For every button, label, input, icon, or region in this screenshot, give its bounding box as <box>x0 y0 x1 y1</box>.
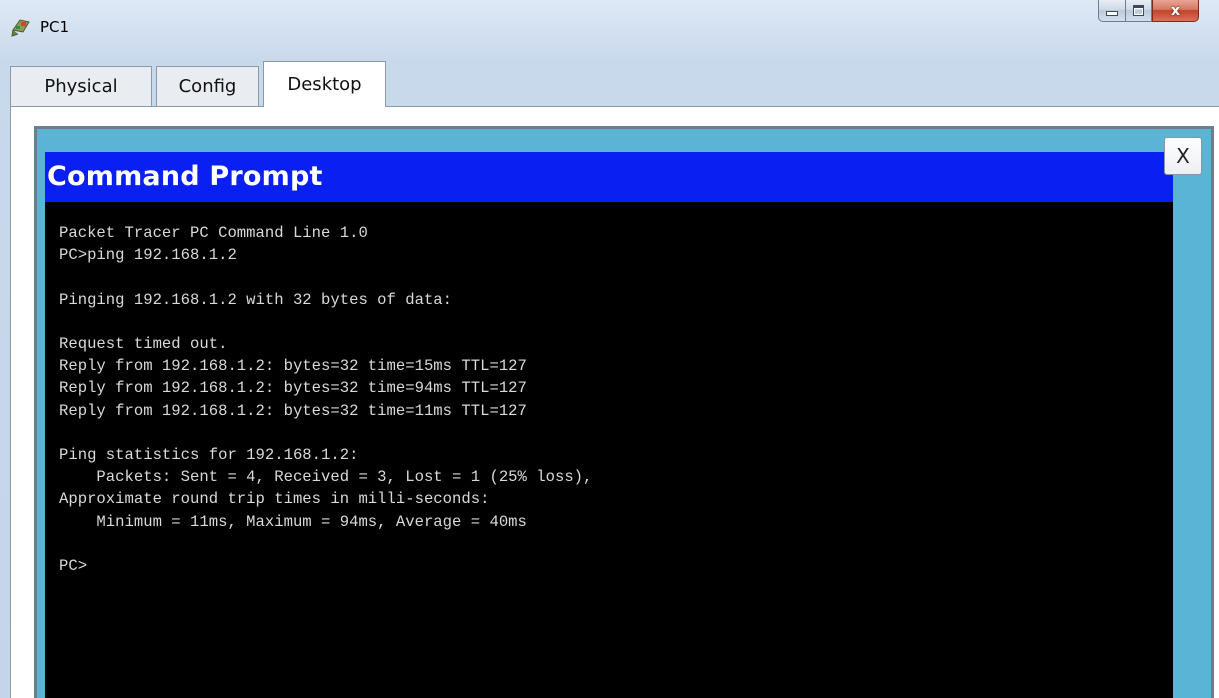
output-line: Minimum = 11ms, Maximum = 94ms, Average … <box>59 512 527 531</box>
close-icon: x <box>1170 2 1181 19</box>
minimize-button[interactable] <box>1098 0 1125 22</box>
minimize-icon <box>1106 11 1118 16</box>
output-line: Ping statistics for 192.168.1.2: <box>59 446 359 465</box>
command-prompt-window[interactable]: Command Prompt Packet Tracer PC Command … <box>45 152 1173 698</box>
window-titlebar[interactable]: PC1 x <box>0 0 1219 52</box>
output-line: Approximate round trip times in milli-se… <box>59 490 490 509</box>
output-line: Pinging 192.168.1.2 with 32 bytes of dat… <box>59 290 453 309</box>
window-title: PC1 <box>40 18 70 36</box>
tab-config[interactable]: Config <box>156 66 259 106</box>
command-output[interactable]: Packet Tracer PC Command Line 1.0 PC>pin… <box>59 222 592 577</box>
desktop-frame: Command Prompt Packet Tracer PC Command … <box>34 126 1214 698</box>
tab-desktop[interactable]: Desktop <box>263 61 386 107</box>
maximize-button[interactable] <box>1125 0 1152 22</box>
close-button[interactable]: x <box>1152 0 1199 22</box>
output-line: Reply from 192.168.1.2: bytes=32 time=94… <box>59 379 527 398</box>
output-line: Packets: Sent = 4, Received = 3, Lost = … <box>59 468 593 487</box>
pc1-window: PC1 x Physical Config Desktop Command Pr… <box>0 0 1219 698</box>
output-line: Request timed out. <box>59 335 228 354</box>
pc-app-icon <box>10 16 32 38</box>
output-line: PC>ping 192.168.1.2 <box>59 246 237 265</box>
command-prompt-close-button[interactable]: X <box>1164 137 1202 175</box>
output-line: Reply from 192.168.1.2: bytes=32 time=15… <box>59 357 527 376</box>
window-controls: x <box>1098 0 1199 22</box>
prompt-line: PC> <box>59 557 88 576</box>
desktop-tab-panel: Command Prompt Packet Tracer PC Command … <box>10 106 1219 698</box>
maximize-icon <box>1133 5 1144 16</box>
output-line: Packet Tracer PC Command Line 1.0 <box>59 224 368 242</box>
command-prompt-title: Command Prompt <box>47 161 323 192</box>
command-prompt-titlebar: Command Prompt <box>45 152 1173 202</box>
tab-bar: Physical Config Desktop <box>10 60 390 107</box>
output-line: Reply from 192.168.1.2: bytes=32 time=11… <box>59 401 527 420</box>
tab-physical[interactable]: Physical <box>10 66 152 106</box>
